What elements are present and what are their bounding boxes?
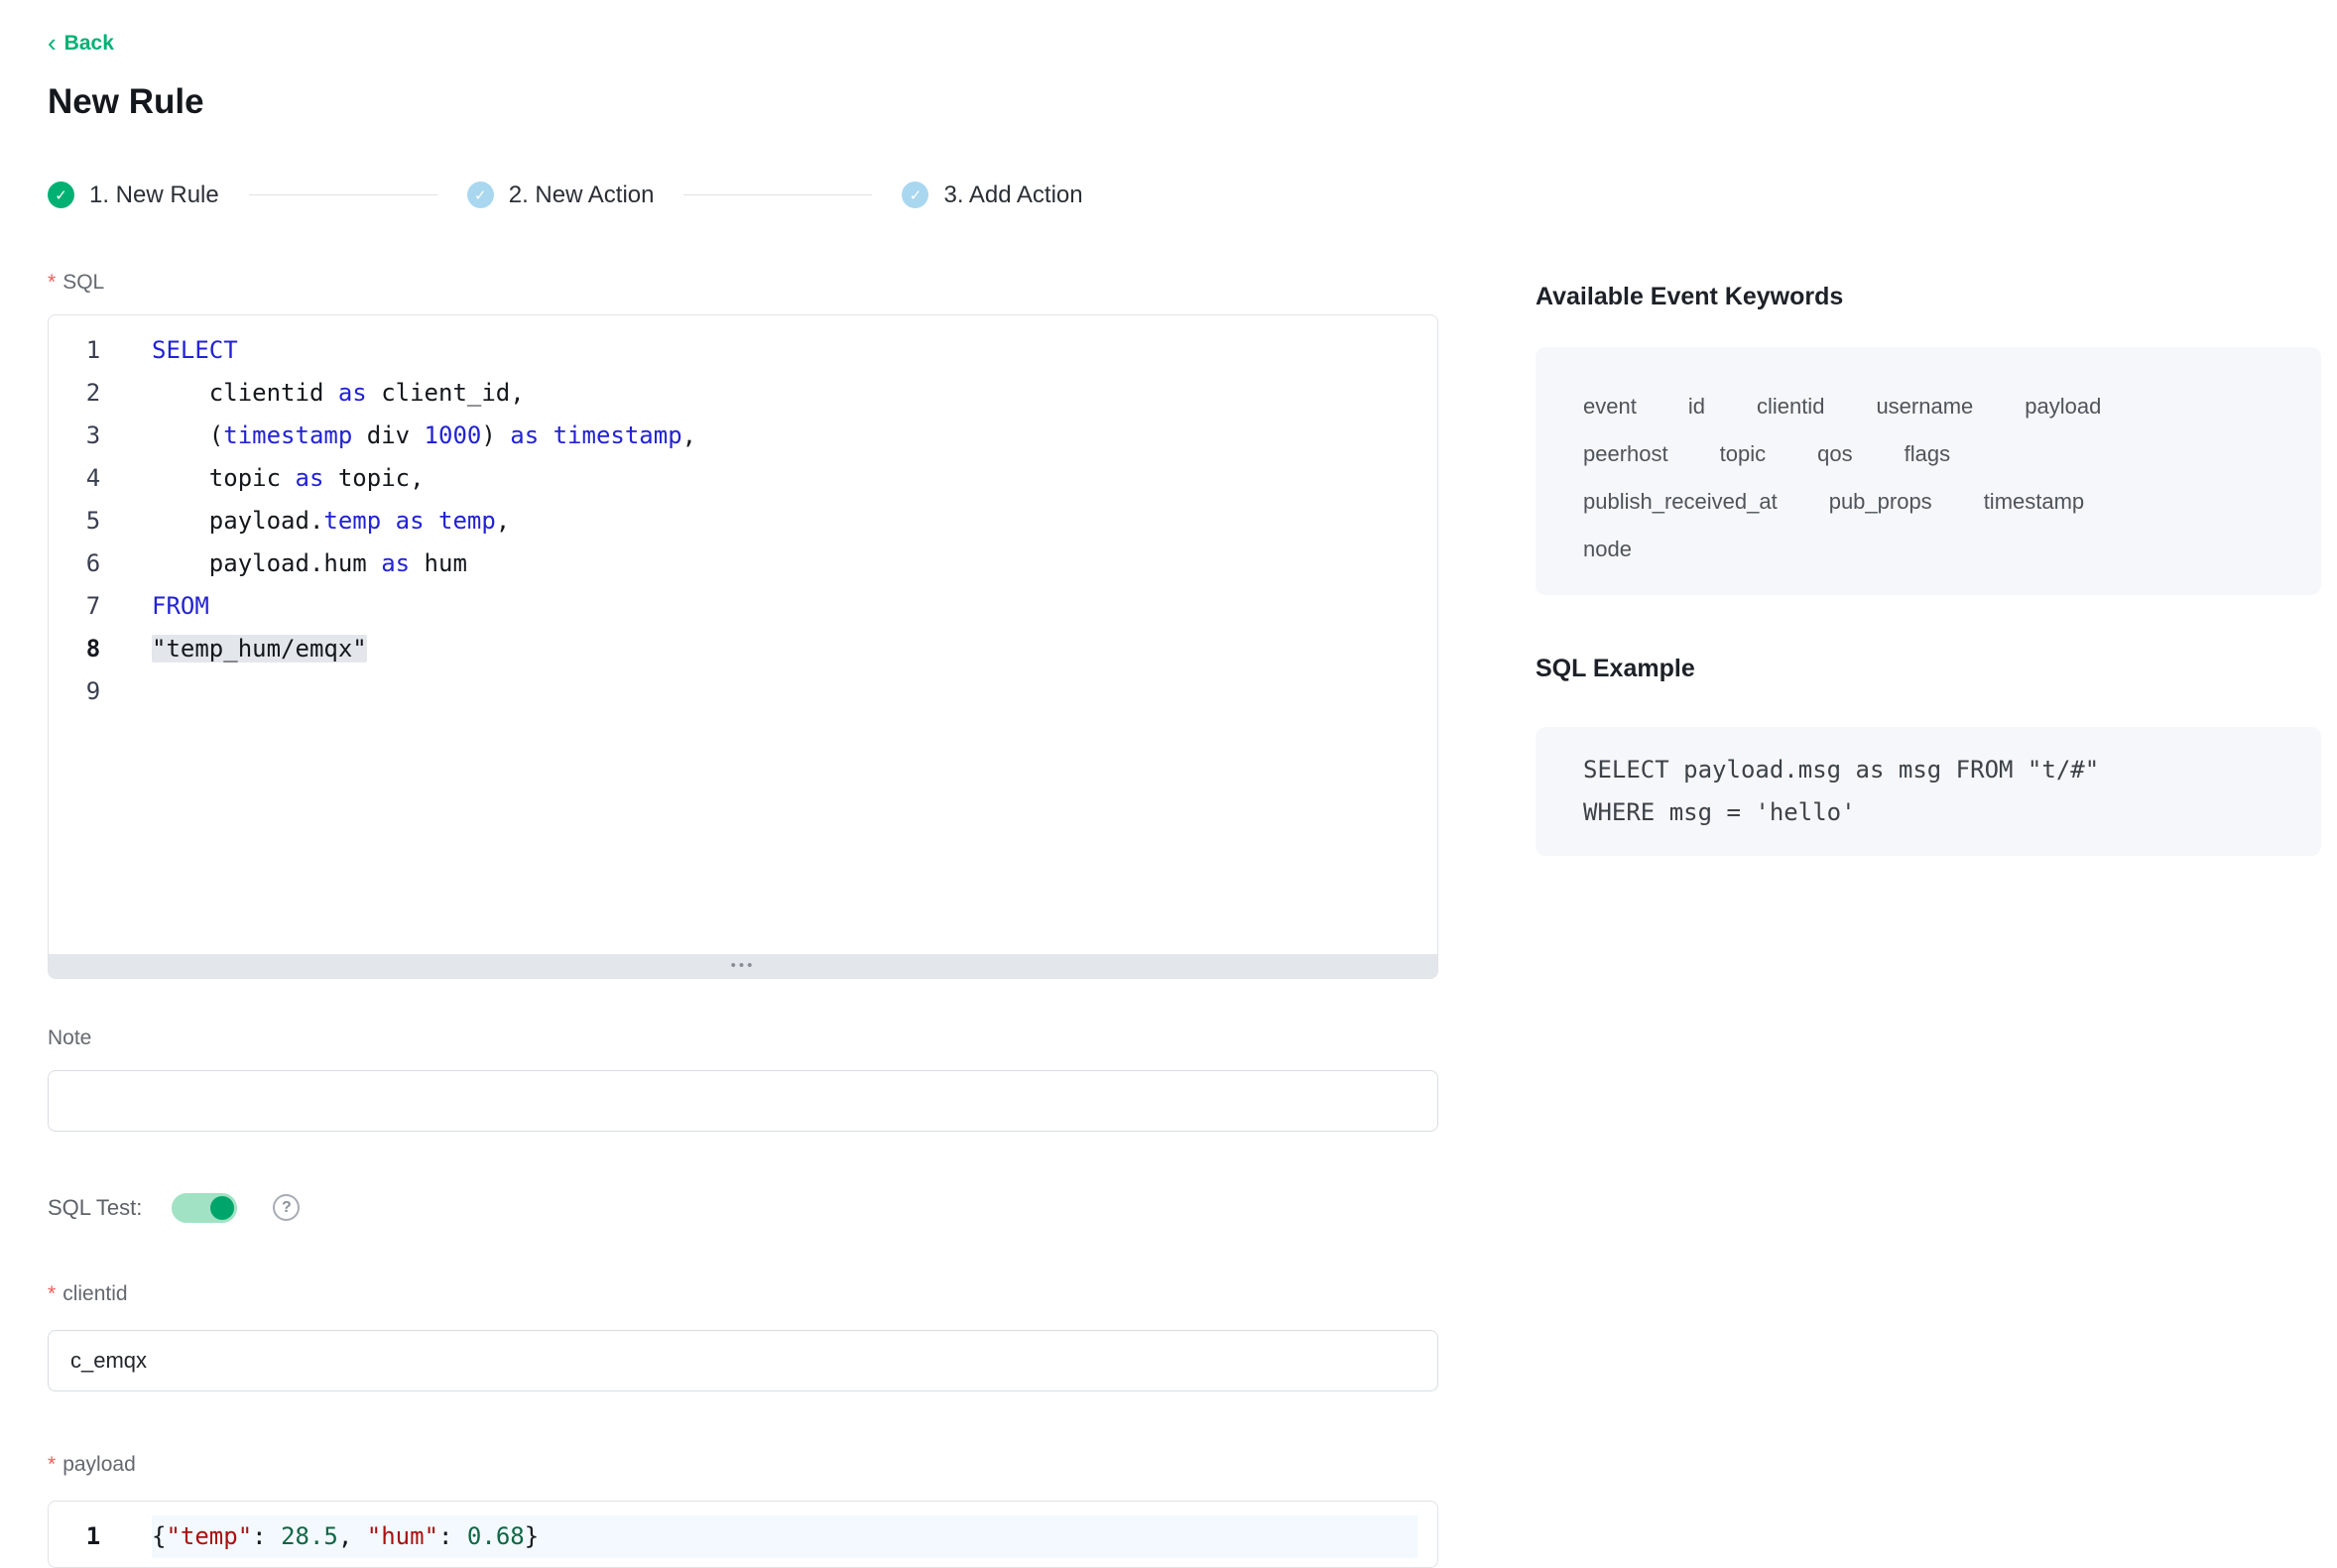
keyword-item: username <box>1876 383 1973 430</box>
sql-test-toggle[interactable] <box>172 1193 237 1223</box>
keyword-item: id <box>1688 383 1705 430</box>
sql-example-panel: SELECT payload.msg as msg FROM "t/#" WHE… <box>1536 727 2321 856</box>
keyword-item: clientid <box>1757 383 1824 430</box>
stepper: ✓ 1. New Rule ✓ 2. New Action ✓ 3. Add A… <box>48 181 2321 209</box>
keyword-item: peerhost <box>1583 430 1668 478</box>
event-keywords-panel: event id clientid username payload peerhost to… <box>1536 347 2321 595</box>
back-label: Back <box>64 32 114 56</box>
keyword-item: publish_received_at <box>1583 478 1778 526</box>
step-connector <box>683 194 872 195</box>
sql-example-code: SELECT payload.msg as msg FROM "t/#" WHE… <box>1583 749 2274 834</box>
sql-field-label: * SQL <box>48 271 1438 295</box>
keyword-item: topic <box>1720 430 1766 478</box>
keyword-item: node <box>1583 526 1632 573</box>
check-icon: ✓ <box>55 186 67 204</box>
clientid-input[interactable] <box>48 1330 1438 1391</box>
help-panel: Available Event Keywords event id clientid… <box>1536 271 2321 856</box>
stepper-step-add-action[interactable]: ✓ 3. Add Action <box>902 181 1082 209</box>
payload-editor-code[interactable]: {"temp": 28.5, "hum": 0.68} <box>138 1502 1437 1558</box>
keyword-item: timestamp <box>1984 478 2084 526</box>
sql-example-title: SQL Example <box>1536 655 2321 683</box>
event-keywords-title: Available Event Keywords <box>1536 283 2321 311</box>
clientid-field-label: * clientid <box>48 1282 1438 1306</box>
ellipsis-icon: ••• <box>731 958 756 973</box>
check-icon: ✓ <box>474 186 487 204</box>
keyword-item: event <box>1583 383 1637 430</box>
keyword-item: qos <box>1817 430 1852 478</box>
step-pending-circle: ✓ <box>902 181 928 208</box>
required-asterisk: * <box>48 1453 56 1477</box>
page-title: New Rule <box>48 82 2321 122</box>
payload-editor-gutter: 1 <box>49 1502 138 1558</box>
stepper-step-new-rule[interactable]: ✓ 1. New Rule <box>48 181 219 209</box>
step-label: 2. New Action <box>509 181 655 209</box>
step-done-circle: ✓ <box>48 181 74 208</box>
step-connector <box>249 194 437 195</box>
back-link[interactable]: ‹ Back <box>48 32 114 56</box>
sql-test-label: SQL Test: <box>48 1195 142 1221</box>
toggle-knob <box>210 1196 234 1220</box>
rule-form: * SQL 123456789 SELECT clientid as clien… <box>48 271 1438 1568</box>
keyword-item: payload <box>2025 383 2101 430</box>
step-pending-circle: ✓ <box>467 181 494 208</box>
sql-editor-code[interactable]: SELECT clientid as client_id, (timestamp… <box>138 315 1437 713</box>
required-asterisk: * <box>48 1282 56 1306</box>
step-label: 3. Add Action <box>943 181 1082 209</box>
new-rule-page: ‹ Back New Rule ✓ 1. New Rule ✓ 2. New A… <box>0 0 2337 1568</box>
help-icon[interactable]: ? <box>273 1194 300 1221</box>
step-label: 1. New Rule <box>89 181 219 209</box>
question-icon: ? <box>282 1199 292 1217</box>
keyword-item: pub_props <box>1829 478 1932 526</box>
required-asterisk: * <box>48 271 56 295</box>
chevron-left-icon: ‹ <box>48 30 57 56</box>
payload-editor[interactable]: 1 {"temp": 28.5, "hum": 0.68} <box>48 1501 1438 1568</box>
note-field-label: Note <box>48 1026 1438 1050</box>
stepper-step-new-action[interactable]: ✓ 2. New Action <box>467 181 655 209</box>
keyword-item: flags <box>1905 430 1950 478</box>
editor-resize-handle[interactable]: ••• <box>49 954 1437 978</box>
note-input[interactable] <box>48 1070 1438 1132</box>
payload-field-label: * payload <box>48 1453 1438 1477</box>
check-icon: ✓ <box>910 186 922 204</box>
sql-editor-gutter: 123456789 <box>49 315 138 713</box>
sql-editor[interactable]: 123456789 SELECT clientid as client_id, … <box>48 314 1438 979</box>
